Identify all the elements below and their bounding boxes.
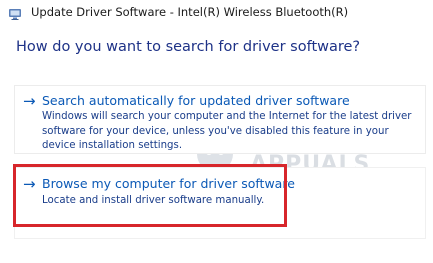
arrow-right-icon: →: [23, 92, 36, 110]
title-bar: Update Driver Software - Intel(R) Wirele…: [0, 0, 433, 26]
search-automatically-title[interactable]: Search automatically for updated driver …: [42, 93, 350, 108]
search-automatically-description: Windows will search your computer and th…: [42, 111, 412, 151]
window-title: Update Driver Software - Intel(R) Wirele…: [31, 5, 349, 19]
page-heading: How do you want to search for driver sof…: [16, 39, 361, 55]
search-automatically-option[interactable]: → Search automatically for updated drive…: [14, 85, 426, 154]
device-manager-icon: [8, 6, 22, 20]
highlight-box: [13, 164, 287, 227]
